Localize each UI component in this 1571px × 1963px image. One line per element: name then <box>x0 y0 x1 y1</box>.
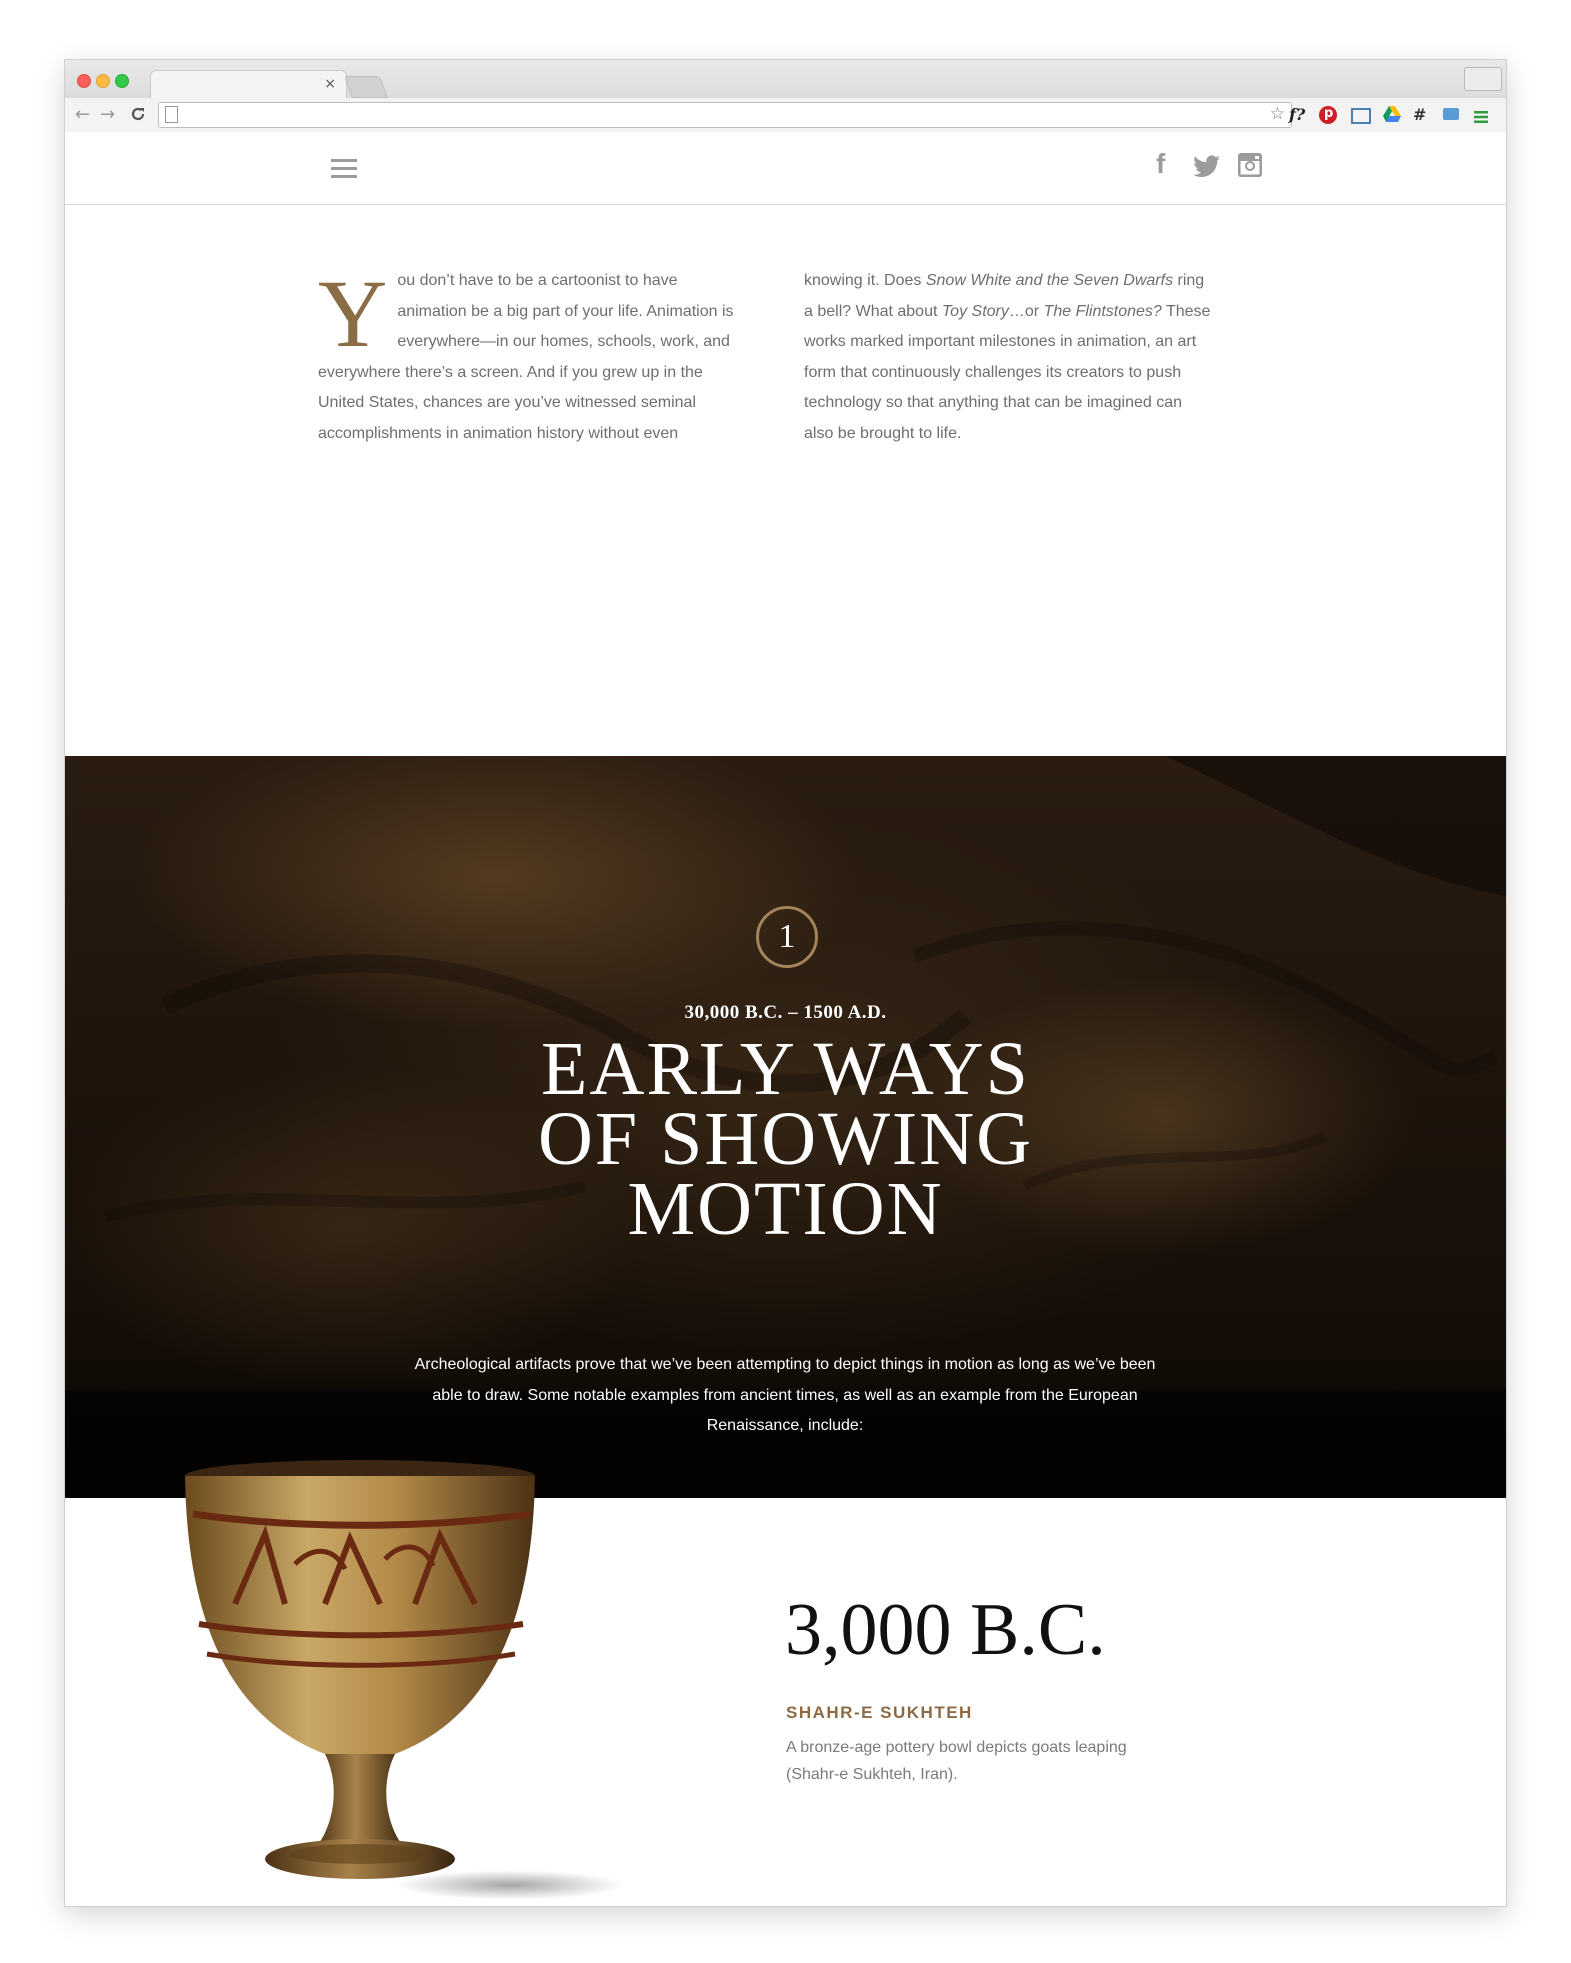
browser-toolbar: ← → ☆ f? p # <box>65 98 1506 133</box>
hamburger-menu-icon[interactable] <box>331 159 357 179</box>
browser-window: × ← → ☆ f? p # f Y ou don’t have to be a… <box>65 60 1506 1906</box>
instagram-icon[interactable] <box>1238 153 1262 182</box>
browser-tab[interactable]: × <box>150 70 347 99</box>
section-title-line: OF SHOWING <box>538 1097 1033 1181</box>
page-icon <box>165 106 178 123</box>
entry-description: A bronze-age pottery bowl depicts goats … <box>786 1739 1127 1783</box>
facebook-icon[interactable]: f <box>1156 148 1165 180</box>
pinterest-icon[interactable]: p <box>1319 106 1337 124</box>
twitter-icon[interactable] <box>1193 155 1221 183</box>
film-title: Toy Story <box>941 302 1009 320</box>
drive-icon[interactable] <box>1383 106 1401 126</box>
minimize-window-button[interactable] <box>96 74 110 88</box>
new-tab-button[interactable] <box>343 76 389 98</box>
intro-column-right: knowing it. Does Snow White and the Seve… <box>804 266 1214 449</box>
film-title: The Flintstones? <box>1043 302 1162 320</box>
section-title-line: MOTION <box>627 1167 944 1251</box>
intro-column-left: You don’t have to be a cartoonist to hav… <box>318 266 738 449</box>
browser-titlebar: × <box>65 60 1506 99</box>
camera-icon[interactable] <box>1443 108 1459 120</box>
window-profile-button[interactable] <box>1464 67 1502 91</box>
site-header: f <box>65 132 1506 205</box>
entry-heading: SHAHR-E SUKHTEH <box>786 1703 973 1722</box>
intro-text-part: These works marked important milestones … <box>804 302 1211 442</box>
close-window-button[interactable] <box>77 74 91 88</box>
section-era: 30,000 B.C. – 1500 A.D. <box>684 1002 887 1023</box>
intro-text-part: knowing it. Does <box>804 272 926 289</box>
maximize-window-button[interactable] <box>115 74 129 88</box>
reload-icon[interactable] <box>129 105 149 125</box>
tab-close-button[interactable]: × <box>324 76 336 92</box>
forward-icon[interactable]: → <box>100 104 115 125</box>
menu-icon[interactable] <box>1474 108 1488 123</box>
section-number-badge: 1 <box>756 906 818 968</box>
address-bar[interactable]: ☆ <box>158 102 1292 128</box>
intro-text-part: …or <box>1008 302 1044 320</box>
section-title-line: EARLY WAYS <box>541 1027 1030 1111</box>
hash-icon[interactable]: # <box>1413 105 1426 124</box>
font-icon[interactable]: f? <box>1289 105 1305 124</box>
bookmark-star-icon[interactable]: ☆ <box>1270 104 1285 124</box>
pottery-bowl-image <box>175 1454 625 1904</box>
section-intro-text: Archeological artifacts prove that we’ve… <box>414 1356 1156 1434</box>
section-title: EARLY WAYS OF SHOWING MOTION <box>65 1027 1506 1251</box>
section-hero: 1 30,000 B.C. – 1500 A.D. EARLY WAYS OF … <box>65 756 1506 1498</box>
screen-capture-icon[interactable] <box>1351 108 1371 124</box>
back-icon[interactable]: ← <box>75 104 90 125</box>
entry-year: 3,000 B.C. <box>785 1589 1106 1671</box>
drop-cap: Y <box>318 260 388 367</box>
film-title: Snow White and the Seven Dwarfs <box>925 272 1174 289</box>
